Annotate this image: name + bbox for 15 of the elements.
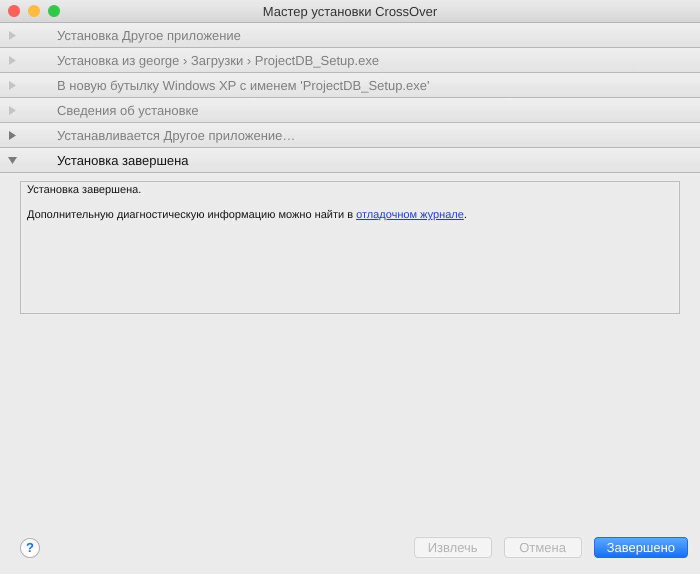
minimize-icon[interactable]	[28, 5, 40, 17]
debug-log-link[interactable]: отладочном журнале	[356, 209, 464, 221]
step-label: Установка Другое приложение	[57, 28, 241, 42]
step-label: Сведения об установке	[57, 102, 199, 118]
step-label: Установка завершена	[57, 152, 189, 168]
window-title: Мастер установки CrossOver	[262, 4, 438, 18]
step-label: Установка из george › Загрузки › ProjectDB_Setup.exe	[57, 52, 380, 68]
zoom-icon[interactable]	[48, 5, 60, 17]
step-label: В новую бутылку Windows XP с именем 'ProjectDB_Setup.exe'	[57, 78, 430, 92]
dialog-button[interactable]: Завершено	[594, 537, 688, 558]
help-button[interactable]: ?	[20, 538, 40, 558]
info-text: Дополнительную диагностическую информацию можно найти в отладочном журнале.	[27, 209, 468, 221]
step-label: Устанавливается Другое приложение…	[57, 128, 296, 142]
status-text: Установка завершена.	[27, 184, 142, 196]
close-icon[interactable]	[8, 5, 20, 17]
